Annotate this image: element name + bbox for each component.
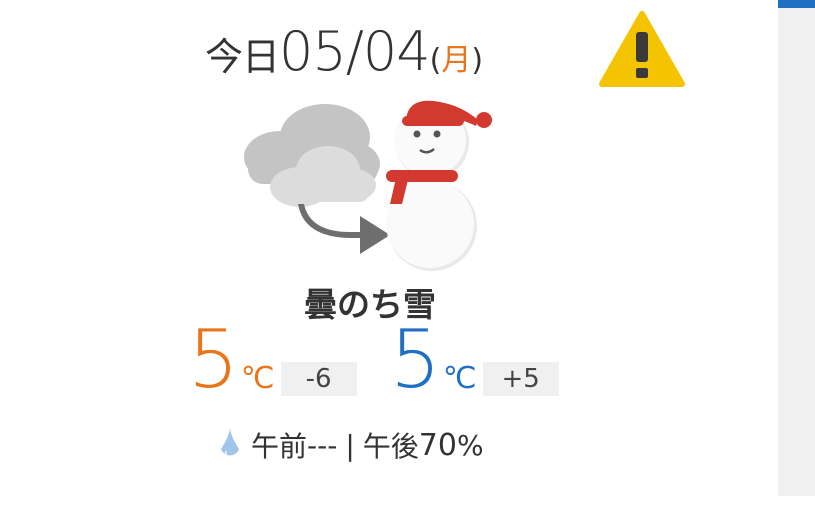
cloudy-then-snow-icon	[244, 100, 492, 271]
cloud-icon	[244, 104, 380, 207]
forecast-text: 曇のち雪	[304, 285, 436, 324]
paren-open: (	[429, 43, 442, 78]
low-temp-value: 5	[390, 313, 441, 406]
arrow-icon	[298, 204, 390, 254]
afternoon-value: 70	[418, 427, 457, 463]
high-temperature: 5 ℃ -6	[188, 320, 357, 400]
date-header: 今日 05/04 ( 月 )	[205, 20, 483, 90]
low-temp-diff: +5	[482, 362, 559, 396]
high-temp-value: 5	[188, 313, 239, 406]
today-label: 今日	[205, 35, 280, 79]
side-panel	[778, 0, 815, 496]
high-temp-unit: ℃	[240, 361, 275, 396]
side-panel-accent	[778, 0, 815, 8]
paren-close: )	[471, 43, 484, 78]
low-temperature: 5 ℃ +5	[390, 320, 559, 400]
high-temp-diff: -6	[280, 362, 357, 396]
precipitation-separator: |	[345, 428, 355, 462]
snowman-icon	[386, 100, 492, 271]
raindrop-icon	[221, 427, 239, 459]
afternoon-label: 午後	[362, 430, 419, 463]
morning-value: ---	[307, 428, 338, 462]
precipitation-row: 午前 --- | 午後 70 %	[217, 424, 484, 466]
warning-icon[interactable]	[598, 10, 686, 88]
precipitation-unit: %	[456, 428, 484, 462]
low-temp-unit: ℃	[442, 361, 477, 396]
day-of-week: 月	[441, 43, 472, 78]
morning-label: 午前	[251, 430, 308, 463]
date-value: 05/04	[279, 20, 431, 83]
